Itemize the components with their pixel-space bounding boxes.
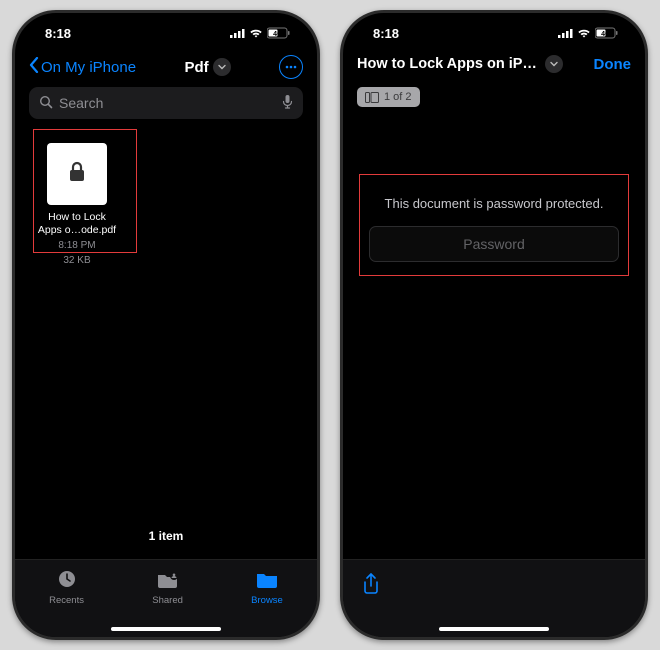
wifi-icon — [249, 28, 263, 38]
cellular-signal-icon — [558, 28, 573, 38]
back-button[interactable]: On My iPhone — [29, 57, 136, 77]
phone-pdf-locked: 8:18 46 How to Lock Apps on iPhone... — [340, 10, 648, 640]
search-input[interactable]: Search — [29, 87, 303, 119]
folder-shared-icon — [156, 568, 180, 593]
status-time: 8:18 — [373, 26, 399, 41]
chevron-down-icon[interactable] — [545, 55, 563, 73]
file-name-line1: How to Lock — [29, 211, 125, 224]
folder-icon — [255, 568, 279, 593]
lock-icon — [67, 160, 87, 189]
dictation-icon[interactable] — [282, 94, 293, 113]
clock-icon — [56, 568, 78, 593]
wifi-icon — [577, 28, 591, 38]
tab-label: Shared — [152, 595, 183, 606]
folder-title: Pdf — [184, 59, 208, 76]
share-button[interactable] — [361, 572, 381, 601]
cellular-signal-icon — [230, 28, 245, 38]
file-size: 32 KB — [29, 254, 125, 267]
notch — [112, 13, 220, 39]
file-time: 8:18 PM — [29, 239, 125, 252]
nav-bar: On My iPhone Pdf — [15, 53, 317, 87]
files-grid: How to Lock Apps o…ode.pdf 8:18 PM 32 KB — [15, 129, 317, 273]
file-thumbnail — [47, 143, 107, 205]
file-name-line2: Apps o…ode.pdf — [29, 224, 125, 237]
chevron-left-icon — [29, 57, 39, 77]
search-placeholder: Search — [59, 95, 103, 111]
pages-icon — [365, 92, 379, 103]
tab-recents[interactable]: Recents — [49, 568, 84, 637]
battery-icon: 46 — [595, 27, 619, 39]
item-count: 1 item — [15, 529, 317, 543]
svg-text:46: 46 — [601, 31, 609, 38]
file-item[interactable]: How to Lock Apps o…ode.pdf 8:18 PM 32 KB — [29, 143, 125, 267]
bottom-toolbar — [343, 559, 645, 637]
phone-files-folder: 8:18 46 On My iPhone — [12, 10, 320, 640]
home-indicator[interactable] — [111, 627, 221, 631]
status-time: 8:18 — [45, 26, 71, 41]
page-indicator-text: 1 of 2 — [384, 91, 412, 103]
status-indicators: 46 — [230, 27, 291, 39]
notch — [440, 13, 548, 39]
search-icon — [39, 95, 53, 112]
back-label: On My iPhone — [41, 59, 136, 76]
folder-title-button[interactable]: Pdf — [184, 58, 230, 76]
tab-bar: Recents Shared Browse — [15, 559, 317, 637]
page-indicator-badge[interactable]: 1 of 2 — [357, 87, 420, 107]
more-options-button[interactable] — [279, 55, 303, 79]
tab-label: Recents — [49, 595, 84, 606]
chevron-down-icon — [213, 58, 231, 76]
doc-title: How to Lock Apps on iPhone... — [357, 56, 537, 72]
home-indicator[interactable] — [439, 627, 549, 631]
done-button[interactable]: Done — [594, 56, 632, 73]
tab-label: Browse — [251, 595, 283, 606]
password-input[interactable] — [369, 226, 619, 262]
svg-text:46: 46 — [273, 31, 281, 38]
doc-body: This document is password protected. — [343, 108, 645, 548]
status-indicators: 46 — [558, 27, 619, 39]
battery-icon: 46 — [267, 27, 291, 39]
password-protected-message: This document is password protected. — [343, 196, 645, 211]
doc-nav-bar: How to Lock Apps on iPhone... Done — [343, 53, 645, 81]
tab-browse[interactable]: Browse — [251, 568, 283, 637]
